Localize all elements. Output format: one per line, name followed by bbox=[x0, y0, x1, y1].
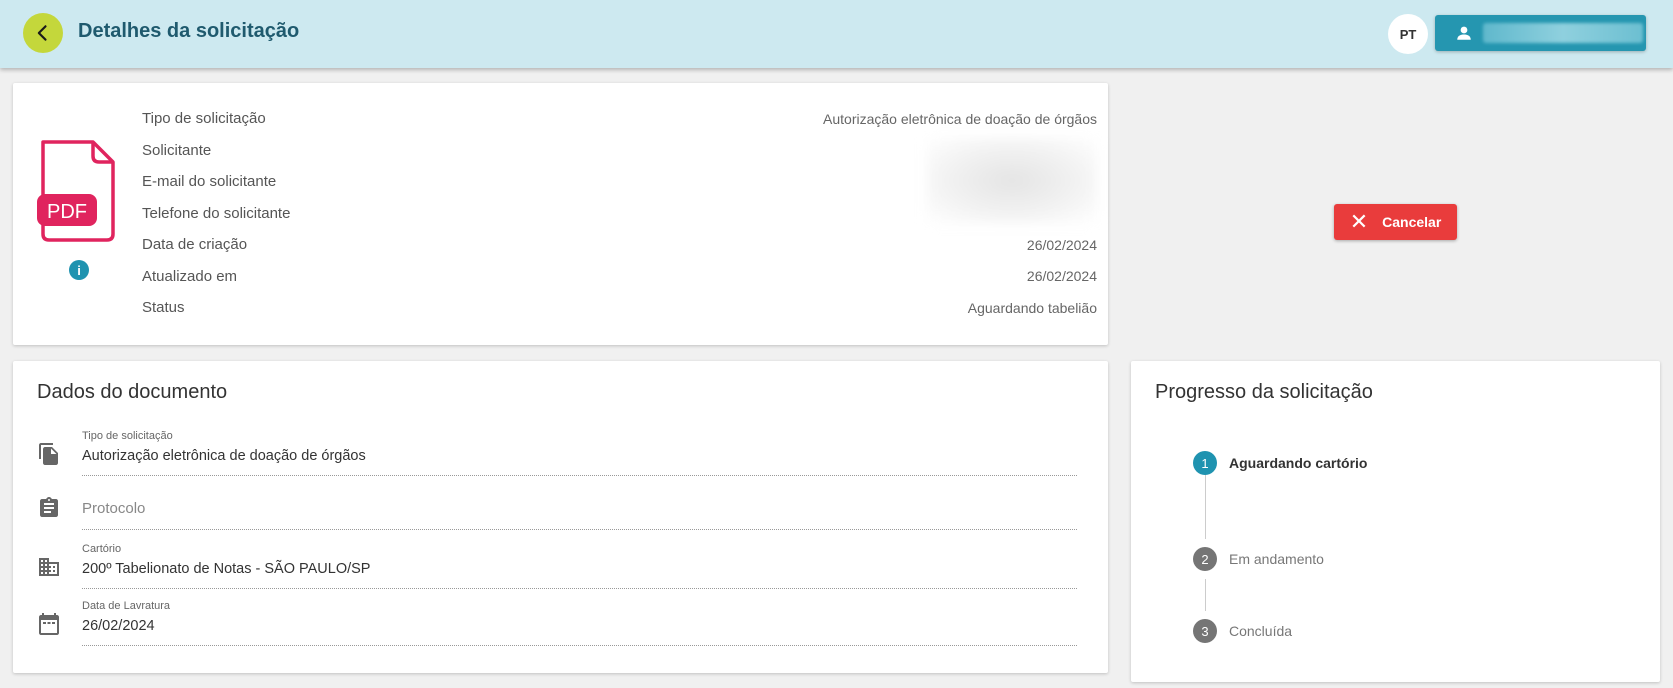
step-connector bbox=[1205, 579, 1206, 611]
step-number: 1 bbox=[1193, 451, 1217, 475]
field-value: 200º Tabelionato de Notas - SÃO PAULO/SP bbox=[82, 561, 371, 577]
summary-row-status: Status Aguardando tabelião bbox=[142, 292, 1097, 324]
progress-step-1: 1 Aguardando cartório bbox=[1193, 451, 1367, 475]
field-protocol[interactable]: Protocolo bbox=[37, 482, 1097, 532]
clipboard-icon bbox=[40, 497, 58, 517]
field-label: Cartório bbox=[82, 543, 122, 555]
protocol-placeholder: Protocolo bbox=[82, 500, 146, 517]
summary-row-created: Data de criação 26/02/2024 bbox=[142, 229, 1097, 261]
summary-value: 26/02/2024 bbox=[1026, 236, 1097, 253]
step-number: 3 bbox=[1193, 619, 1217, 643]
summary-label: E-mail do solicitante bbox=[142, 173, 277, 191]
page-title: Detalhes da solicitação bbox=[78, 20, 300, 42]
request-progress-card: Progresso da solicitação 1 Aguardando ca… bbox=[1131, 361, 1660, 682]
step-label: Em andamento bbox=[1229, 551, 1324, 567]
summary-label: Status bbox=[142, 299, 185, 317]
field-request-type[interactable]: Tipo de solicitação Autorização eletrôni… bbox=[37, 428, 1097, 478]
field-value: 26/02/2024 bbox=[82, 618, 155, 634]
building-icon bbox=[39, 558, 59, 576]
file-copy-icon bbox=[39, 443, 58, 465]
progress-card-title: Progresso da solicitação bbox=[1155, 381, 1373, 403]
summary-label: Atualizado em bbox=[142, 267, 238, 285]
step-label: Aguardando cartório bbox=[1229, 455, 1368, 471]
language-selector[interactable]: PT bbox=[1388, 14, 1428, 54]
field-label: Tipo de solicitação bbox=[82, 430, 173, 442]
summary-value: Autorização eletrônica de doação de órgã… bbox=[823, 110, 1097, 127]
calendar-icon bbox=[39, 613, 59, 635]
document-card-title: Dados do documento bbox=[37, 381, 228, 403]
summary-row-type: Tipo de solicitação Autorização eletrôni… bbox=[142, 103, 1097, 135]
summary-label: Data de criação bbox=[142, 236, 248, 254]
summary-label: Tipo de solicitação bbox=[142, 110, 266, 128]
field-drafting-date[interactable]: Data de Lavratura 26/02/2024 bbox=[37, 598, 1097, 648]
back-button[interactable] bbox=[23, 13, 63, 53]
summary-value: 26/02/2024 bbox=[1026, 268, 1097, 285]
field-notary-office[interactable]: Cartório 200º Tabelionato de Notas - SÃO… bbox=[37, 541, 1097, 591]
pdf-badge-text: PDF bbox=[47, 201, 87, 223]
user-menu-button[interactable] bbox=[1435, 15, 1646, 51]
step-number: 2 bbox=[1193, 547, 1217, 571]
summary-label: Solicitante bbox=[142, 141, 212, 159]
redacted-contact-info bbox=[927, 138, 1097, 223]
summary-row-updated: Atualizado em 26/02/2024 bbox=[142, 261, 1097, 293]
cancel-button-label: Cancelar bbox=[1382, 214, 1442, 230]
info-icon[interactable]: i bbox=[69, 260, 89, 280]
user-name-redacted bbox=[1483, 23, 1643, 43]
cancel-request-button[interactable]: ✕ Cancelar bbox=[1334, 204, 1457, 240]
close-icon: ✕ bbox=[1349, 209, 1369, 234]
pdf-file-icon: PDF bbox=[37, 140, 115, 242]
document-data-card: Dados do documento Tipo de solicitação A… bbox=[13, 361, 1108, 673]
field-value: Autorização eletrônica de doação de órgã… bbox=[82, 448, 366, 464]
top-app-bar: Detalhes da solicitação PT bbox=[0, 0, 1673, 68]
status-value: Aguardando tabelião bbox=[967, 299, 1097, 316]
progress-step-3: 3 Concluída bbox=[1193, 619, 1292, 643]
progress-step-2: 2 Em andamento bbox=[1193, 547, 1324, 571]
summary-label: Telefone do solicitante bbox=[142, 204, 291, 222]
chevron-left-icon bbox=[37, 25, 47, 41]
request-summary-card: PDF i Tipo de solicitação Autorização el… bbox=[13, 83, 1108, 345]
field-label: Data de Lavratura bbox=[82, 600, 171, 612]
person-icon bbox=[1457, 26, 1471, 40]
step-label: Concluída bbox=[1229, 623, 1293, 639]
